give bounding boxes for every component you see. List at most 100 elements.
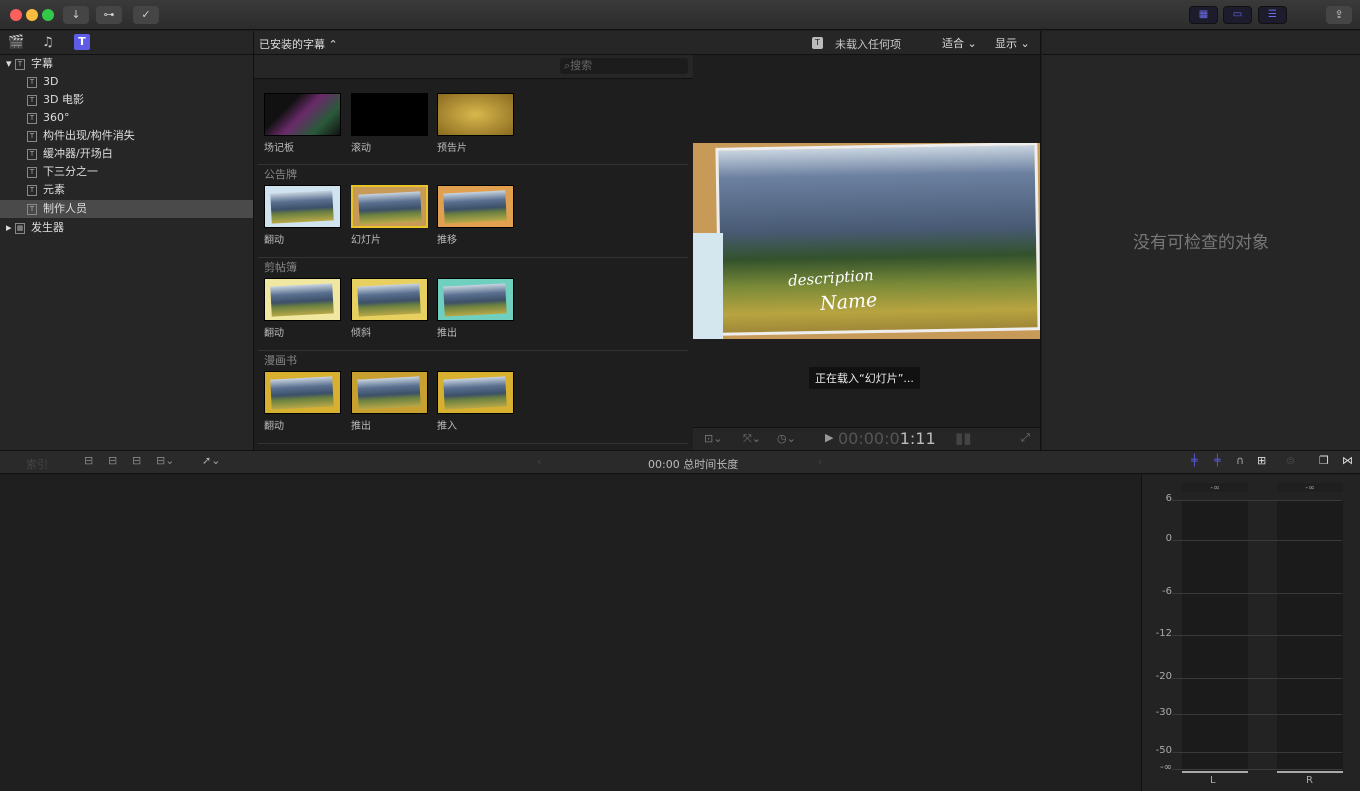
browser-title-popup[interactable]: 已安装的字幕 ⌃ <box>259 36 338 52</box>
thumbnail-image <box>270 283 334 317</box>
sidebar-item-generators[interactable]: ▸ ▦ 发生器 <box>0 219 253 237</box>
title-thumbnail[interactable] <box>351 278 428 321</box>
title-thumbnail[interactable] <box>437 185 514 228</box>
thumbnail-label: 翻动 <box>264 235 284 246</box>
thumbnail-image <box>443 376 507 410</box>
section-divider <box>258 257 688 258</box>
sidebar-item-lower-thirds[interactable]: T 下三分之一 <box>0 163 253 181</box>
append-clip-icon[interactable]: ⊟ <box>132 454 141 467</box>
sidebar-item-credits[interactable]: T 制作人员 <box>0 200 253 218</box>
speed-icon[interactable]: ◷⌄ <box>777 432 796 445</box>
sidebar-item-elements[interactable]: T 元素 <box>0 181 253 199</box>
titles-generators-icon[interactable]: T <box>74 34 90 50</box>
disclosure-closed-icon[interactable]: ▸ <box>6 221 15 234</box>
section-divider <box>258 443 688 444</box>
overlay-name: Name <box>819 289 878 315</box>
sidebar-item-bumper-opener[interactable]: T 缓冲器/开场白 <box>0 145 253 163</box>
clip-appearance-button[interactable]: ❐ <box>1319 454 1329 467</box>
section-header: 漫画书 <box>264 354 297 367</box>
import-button[interactable]: ↓ <box>63 6 89 24</box>
generator-icon: ▦ <box>15 222 26 234</box>
meter-gridline <box>1172 678 1342 679</box>
title-thumbnail[interactable] <box>437 278 514 321</box>
sidebar-item-360[interactable]: T 360° <box>0 109 253 127</box>
libraries-icon[interactable]: 🎬 <box>8 35 24 50</box>
overwrite-clip-icon[interactable]: ⊟⌄ <box>156 454 174 467</box>
forward-arrow-icon[interactable]: › <box>818 455 822 468</box>
thumbnail-image <box>270 376 334 410</box>
thumbnail-label: 翻动 <box>264 328 284 339</box>
inspector-header <box>1042 31 1360 55</box>
title-thumbnail[interactable] <box>437 371 514 414</box>
section-header: 剪帖簿 <box>264 261 297 274</box>
view-layout-icon[interactable]: ⊡⌄ <box>704 432 722 445</box>
audio-skimming-icon[interactable]: ╪ <box>1214 454 1221 467</box>
background-tasks-button[interactable]: ✓ <box>133 6 159 24</box>
timecode-display[interactable]: 00:00:01:11 <box>838 429 936 448</box>
keywords-button[interactable]: ⊶ <box>96 6 122 24</box>
inspector-empty-message: 没有可检查的对象 <box>1133 233 1269 253</box>
title-thumbnail[interactable] <box>351 185 428 228</box>
meter-gridline <box>1172 540 1342 541</box>
thumbnail-image <box>357 283 421 317</box>
zoom-button[interactable] <box>42 9 54 21</box>
title-thumbnail[interactable] <box>264 371 341 414</box>
solo-icon[interactable]: ∩ <box>1236 454 1244 467</box>
thumbnail-label: 预告片 <box>437 143 467 154</box>
snapping-icon[interactable]: ⊞ <box>1257 454 1266 467</box>
share-button[interactable]: ⇪ <box>1326 6 1352 24</box>
title-thumbnail[interactable] <box>264 93 341 136</box>
effects-browser-icon[interactable]: ⋈ <box>1342 454 1353 467</box>
browser-toggle-icon[interactable]: ▦ <box>1189 6 1218 24</box>
section-divider <box>258 350 688 351</box>
sidebar-header: 🎬 ♫ T <box>0 31 253 55</box>
timeline-toggle-icon[interactable]: ▭ <box>1223 6 1252 24</box>
sidebar-item-build-in-out[interactable]: T 构件出现/构件消失 <box>0 127 253 145</box>
title-thumbnail[interactable] <box>264 278 341 321</box>
sidebar-item-3d-cinematic[interactable]: T 3D 电影 <box>0 91 253 109</box>
skimming-icon[interactable]: ╪ <box>1191 454 1198 467</box>
timeline-area[interactable] <box>0 475 1141 791</box>
title-icon: T <box>27 166 37 178</box>
title-thumbnail[interactable] <box>351 371 428 414</box>
close-button[interactable] <box>10 9 22 21</box>
minimize-button[interactable] <box>26 9 38 21</box>
title-icon: T <box>27 130 37 142</box>
sidebar-item-titles[interactable]: ▾ T 字幕 <box>0 55 253 73</box>
thumbnail-image <box>443 283 507 317</box>
audio-level-icon: ▮▮ <box>955 429 972 447</box>
search-input[interactable]: ⌕搜索 <box>560 58 688 74</box>
disclosure-open-icon[interactable]: ▾ <box>6 57 15 70</box>
view-options-popup[interactable]: 显示 ⌄ <box>995 35 1030 51</box>
zoom-fit-popup[interactable]: 适合 ⌄ <box>942 35 977 51</box>
thumbnail-image <box>357 376 421 410</box>
meter-tick-label: -∞ <box>1160 762 1172 773</box>
title-thumbnail[interactable] <box>264 185 341 228</box>
transform-icon[interactable]: ⤧⌄ <box>743 432 761 446</box>
clip-appearance-icon[interactable]: ⊜ <box>1286 454 1295 467</box>
photos-audio-icon[interactable]: ♫ <box>42 35 54 50</box>
meter-tick-label: -20 <box>1155 671 1172 682</box>
sidebar-item-3d[interactable]: T 3D <box>0 73 253 91</box>
meter-tick-label: -50 <box>1155 745 1172 756</box>
title-icon: T <box>27 112 37 124</box>
meter-gridline <box>1172 635 1342 636</box>
meter-tick-label: -6 <box>1162 586 1172 597</box>
select-tool-icon[interactable]: ➚⌄ <box>202 454 220 467</box>
insert-clip-icon[interactable]: ⊟ <box>108 454 117 467</box>
title-icon: T <box>27 203 37 215</box>
postcard-edge <box>693 233 723 339</box>
title-icon: T <box>27 184 37 196</box>
inspector: 没有可检查的对象 <box>1042 31 1360 450</box>
back-arrow-icon[interactable]: ‹ <box>537 455 541 468</box>
loading-label: 正在载入“幻灯片”... <box>809 367 920 389</box>
play-icon[interactable]: ▶ <box>825 431 833 444</box>
viewer-controls: ⊡⌄ ⤧⌄ ◷⌄ ▶ 00:00:01:11 ▮▮ ⤢ <box>693 427 1040 450</box>
title-thumbnail[interactable] <box>437 93 514 136</box>
title-thumbnail[interactable] <box>351 93 428 136</box>
index-button[interactable]: 索引 <box>26 456 48 472</box>
title-icon: T <box>27 148 37 160</box>
fullscreen-icon[interactable]: ⤢ <box>1021 431 1030 445</box>
inspector-toggle-icon[interactable]: ☰ <box>1258 6 1287 24</box>
connect-clip-icon[interactable]: ⊟ <box>84 454 93 467</box>
